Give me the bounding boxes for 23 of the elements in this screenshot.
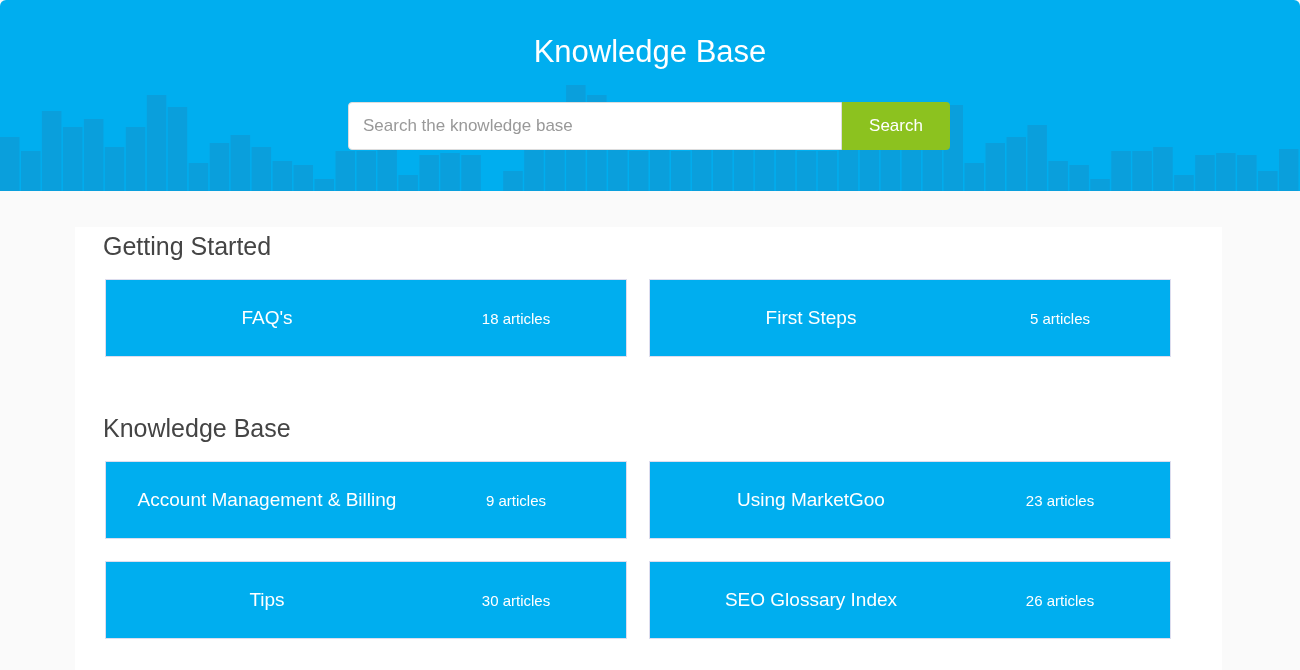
- article-count: 5 articles: [1029, 309, 1091, 327]
- category-card[interactable]: Using MarketGoo 23 articles: [649, 461, 1171, 539]
- category-card[interactable]: SEO Glossary Index 26 articles: [649, 561, 1171, 639]
- search-field[interactable]: Search the knowledge base: [348, 102, 842, 150]
- category-card[interactable]: First Steps 5 articles: [649, 279, 1171, 357]
- section-heading: Getting Started: [103, 231, 273, 261]
- article-count: 30 articles: [480, 591, 552, 609]
- article-count: 23 articles: [1024, 491, 1096, 509]
- article-count: 18 articles: [480, 309, 552, 327]
- category-card[interactable]: Account Management & Billing 9 articles: [105, 461, 627, 539]
- article-count: 9 articles: [485, 491, 547, 509]
- page-title: Knowledge Base: [533, 34, 767, 70]
- category-card[interactable]: Tips 30 articles: [105, 561, 627, 639]
- category-name: FAQ's: [240, 307, 294, 329]
- category-name: Tips: [248, 589, 286, 611]
- category-name: Using MarketGoo: [736, 489, 886, 511]
- section-heading: Knowledge Base: [103, 413, 292, 443]
- search-button[interactable]: Search: [842, 102, 950, 150]
- article-count: 26 articles: [1024, 591, 1096, 609]
- category-name: First Steps: [764, 307, 858, 329]
- category-card[interactable]: FAQ's 18 articles: [105, 279, 627, 357]
- category-name: Account Management & Billing: [136, 489, 398, 511]
- category-name: SEO Glossary Index: [723, 589, 899, 611]
